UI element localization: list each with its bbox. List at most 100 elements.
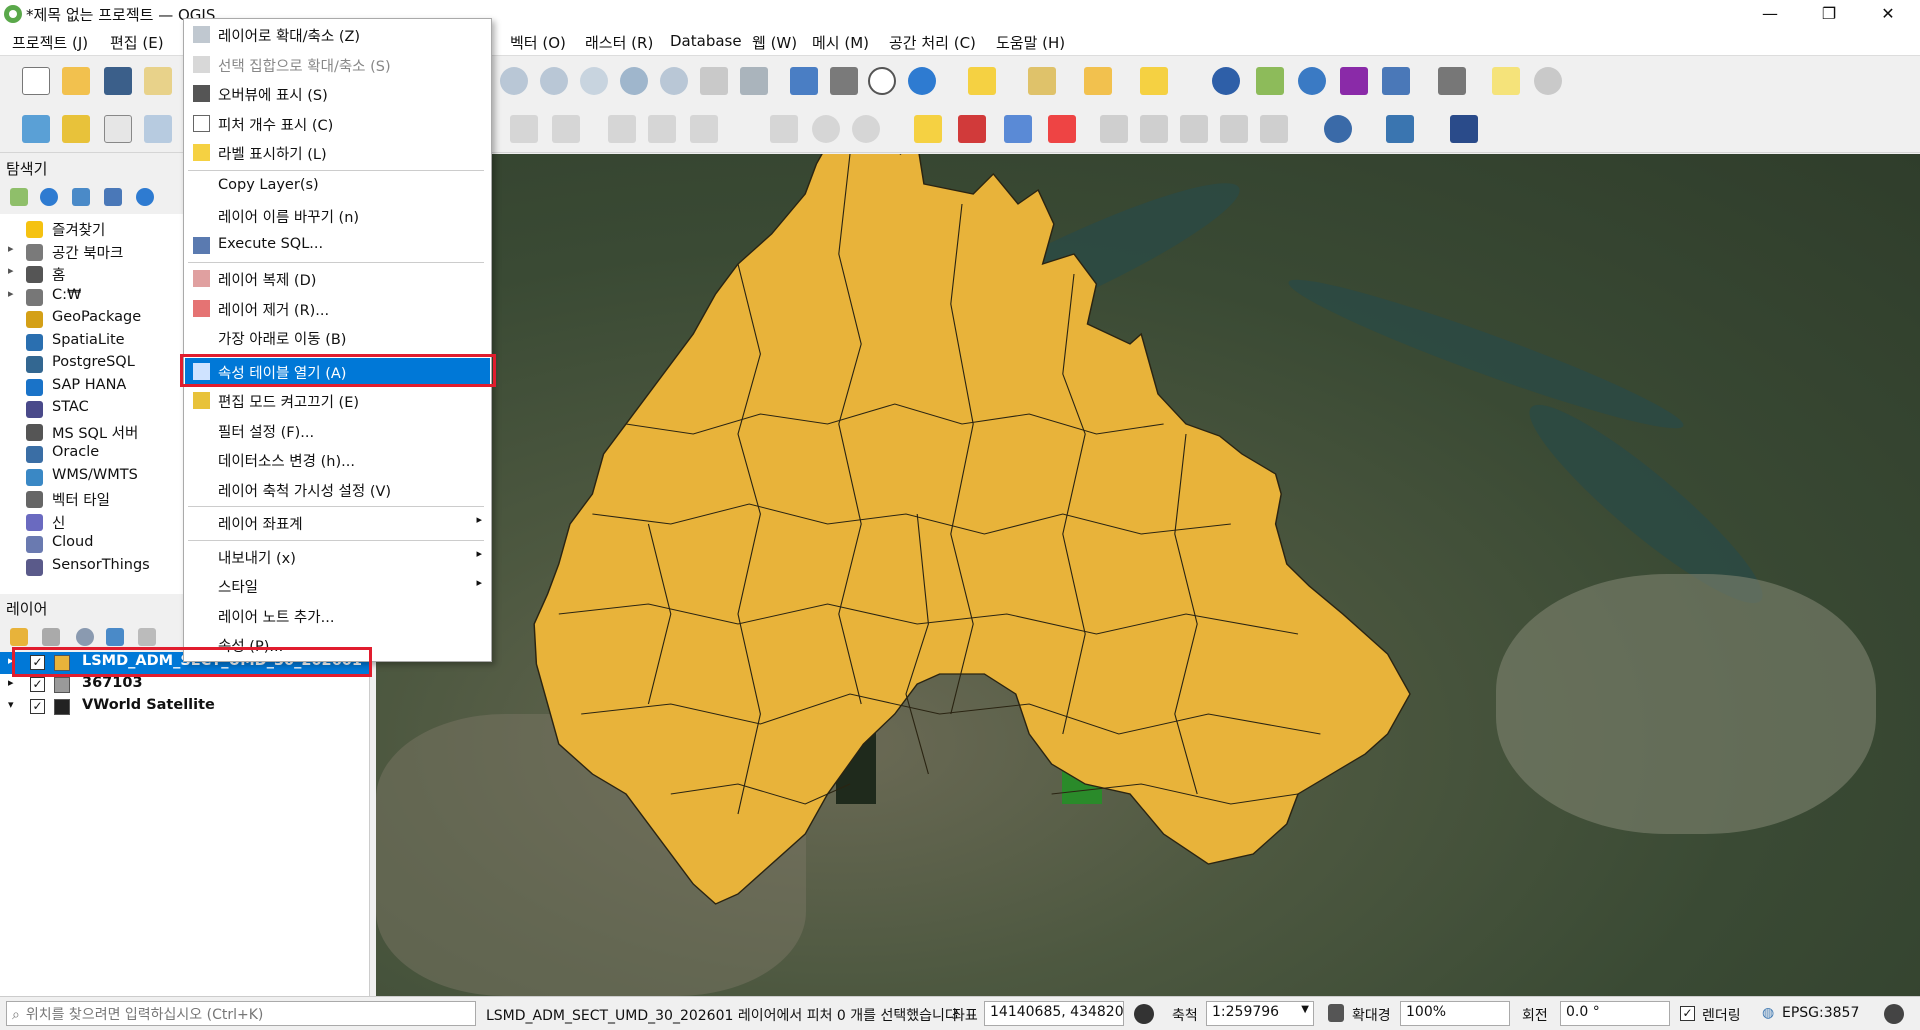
menu-item[interactable]: 스타일 ▸ <box>185 572 490 600</box>
delete-icon[interactable] <box>648 115 676 143</box>
chevron-down-icon[interactable]: ▾ <box>8 698 14 711</box>
add-group-icon[interactable] <box>42 628 60 646</box>
refresh-icon[interactable] <box>908 67 936 95</box>
open-project-icon[interactable] <box>62 67 90 95</box>
add-feature-icon[interactable] <box>552 115 580 143</box>
magnifier-spinbox[interactable]: 100% <box>1400 1001 1510 1026</box>
label-change-icon[interactable] <box>1180 115 1208 143</box>
layer-row[interactable]: ▸ ✓ 367103 <box>0 674 370 696</box>
lock-icon[interactable] <box>1328 1004 1344 1022</box>
coordinate-field[interactable]: 14140685, 4348208 <box>984 1001 1124 1026</box>
select-location-icon[interactable] <box>1140 67 1168 95</box>
node-tool-icon[interactable] <box>510 115 538 143</box>
statistics-sigma-icon[interactable] <box>1340 67 1368 95</box>
menu-raster[interactable]: 래스터 (R) <box>585 32 653 53</box>
zoom-layer-icon[interactable] <box>700 67 728 95</box>
field-calculator-icon[interactable] <box>1382 67 1410 95</box>
menu-item[interactable]: 레이어 축척 가시성 설정 (V) <box>185 476 490 504</box>
menu-database[interactable]: Database <box>670 32 742 50</box>
menu-item[interactable]: 데이터소스 변경 (h)... <box>185 446 490 474</box>
add-layer-icon[interactable] <box>22 115 50 143</box>
menu-item[interactable]: 선택 집합으로 확대/축소 (S) <box>185 51 490 79</box>
cut-icon[interactable] <box>690 115 718 143</box>
zoom-last-icon[interactable] <box>740 67 768 95</box>
help-icon[interactable] <box>1450 115 1478 143</box>
layer-visibility-checkbox[interactable]: ✓ <box>30 699 45 714</box>
locator-search-input[interactable]: ⌕ 위치를 찾으려면 입력하십시오 (Ctrl+K) <box>6 1001 476 1026</box>
filter-legend-icon[interactable] <box>106 628 124 646</box>
label-toolbar-icon[interactable] <box>914 115 942 143</box>
add-selected-icon[interactable] <box>10 188 28 206</box>
crs-button[interactable]: EPSG:3857 <box>1782 1005 1859 1021</box>
locator-icon[interactable] <box>1534 67 1562 95</box>
menu-item[interactable]: 편집 모드 켜고끄기 (E) <box>185 387 490 415</box>
add-geopackage-icon[interactable] <box>62 115 90 143</box>
filter-expression-icon[interactable] <box>138 628 156 646</box>
chevron-right-icon[interactable]: ▸ <box>8 242 14 255</box>
label-highlight-icon[interactable] <box>1048 115 1076 143</box>
render-checkbox[interactable]: ✓ <box>1680 1006 1695 1021</box>
measure-icon[interactable] <box>1438 67 1466 95</box>
menu-mesh[interactable]: 메시 (M) <box>812 32 869 53</box>
menu-item[interactable]: 레이어로 확대/축소 (Z) <box>185 21 490 49</box>
paste-icon[interactable] <box>770 115 798 143</box>
coordinate-toggle-icon[interactable] <box>1134 1004 1154 1024</box>
diagram-icon[interactable] <box>958 115 986 143</box>
new-print-layout-icon[interactable] <box>144 67 172 95</box>
filter-browser-icon[interactable] <box>72 188 90 206</box>
zoom-in-icon[interactable] <box>500 67 528 95</box>
scale-combobox[interactable]: 1:259796 ▼ <box>1206 1001 1314 1026</box>
properties-info-icon[interactable] <box>136 188 154 206</box>
map-canvas[interactable] <box>376 154 1920 996</box>
menu-item[interactable]: 레이어 좌표계 ▸ <box>185 509 490 537</box>
menu-item[interactable]: 레이어 노트 추가... <box>185 602 490 630</box>
edit-table-icon[interactable] <box>608 115 636 143</box>
menu-help[interactable]: 도움말 (H) <box>996 32 1065 53</box>
new-project-icon[interactable] <box>22 67 50 95</box>
python-console-icon[interactable] <box>1386 115 1414 143</box>
select-by-value-icon[interactable] <box>1028 67 1056 95</box>
menu-item[interactable]: 필터 설정 (F)... <box>185 417 490 445</box>
menu-item[interactable]: 레이어 이름 바꾸기 (n) <box>185 202 490 230</box>
zoom-selection-icon[interactable] <box>660 67 688 95</box>
menu-edit[interactable]: 편집 (E) <box>110 32 164 53</box>
refresh-browser-icon[interactable] <box>40 188 58 206</box>
menu-item[interactable]: 레이어 복제 (D) <box>185 265 490 293</box>
minimize-button[interactable]: — <box>1745 0 1795 28</box>
save-project-icon[interactable] <box>104 67 132 95</box>
new-map-view-icon[interactable] <box>790 67 818 95</box>
menu-vector[interactable]: 벡터 (O) <box>510 32 566 53</box>
zoom-full-icon[interactable] <box>620 67 648 95</box>
menu-item[interactable]: 오버뷰에 표시 (S) <box>185 80 490 108</box>
temporal-controller-icon[interactable] <box>868 67 896 95</box>
quickmapservices-icon[interactable] <box>1324 115 1352 143</box>
label-move-icon[interactable] <box>1100 115 1128 143</box>
identify-icon[interactable] <box>1212 67 1240 95</box>
menu-item[interactable]: Copy Layer(s) <box>185 173 490 201</box>
settings-gear-icon[interactable] <box>1298 67 1326 95</box>
menu-processing[interactable]: 공간 처리 (C) <box>889 32 976 53</box>
chevron-right-icon[interactable]: ▸ <box>8 676 14 689</box>
rotation-spinbox[interactable]: 0.0 ° <box>1560 1001 1670 1026</box>
label-pin-icon[interactable] <box>1004 115 1032 143</box>
layer-row[interactable]: ▾ ✓ VWorld Satellite <box>0 696 370 718</box>
menu-item[interactable]: 가장 아래로 이동 (B) <box>185 324 490 352</box>
chevron-right-icon[interactable]: ▸ <box>8 264 14 277</box>
menu-web[interactable]: 웹 (W) <box>752 32 797 53</box>
style-manager-icon[interactable] <box>10 628 28 646</box>
menu-item[interactable]: 내보내기 (x) ▸ <box>185 543 490 571</box>
maximize-button[interactable]: ❐ <box>1804 0 1854 28</box>
label-pin-all-icon[interactable] <box>1260 115 1288 143</box>
undo-icon[interactable] <box>812 115 840 143</box>
menu-project[interactable]: 프로젝트 (J) <box>12 32 88 53</box>
messages-icon[interactable] <box>1884 1004 1904 1024</box>
redo-icon[interactable] <box>852 115 880 143</box>
deselect-icon[interactable] <box>1084 67 1112 95</box>
add-vector-icon[interactable] <box>104 115 132 143</box>
menu-item[interactable]: Execute SQL... <box>185 232 490 260</box>
menu-item[interactable]: 라벨 표시하기 (L) <box>185 139 490 167</box>
select-features-icon[interactable] <box>968 67 996 95</box>
close-button[interactable]: ✕ <box>1863 0 1913 28</box>
label-rotate-icon[interactable] <box>1140 115 1168 143</box>
digitize-icon[interactable] <box>144 115 172 143</box>
